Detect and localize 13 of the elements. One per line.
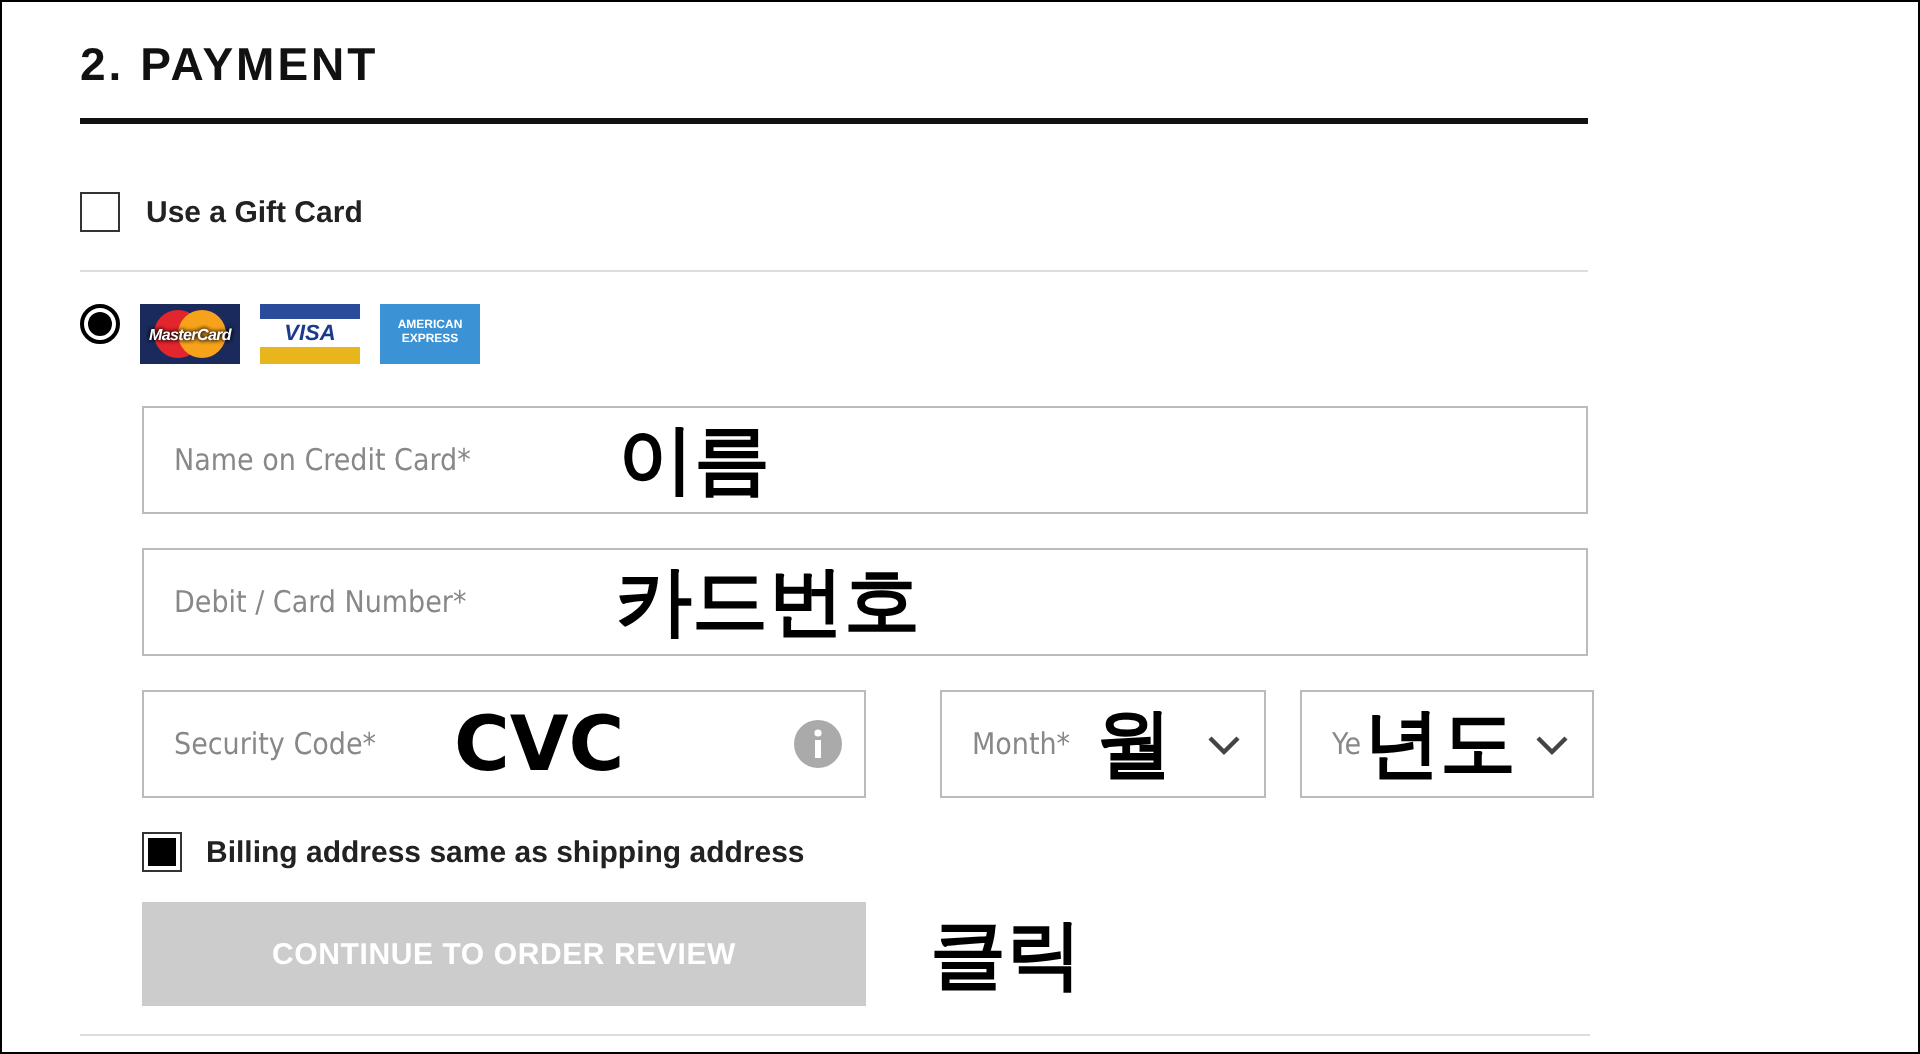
annotation-label: CVC	[454, 700, 625, 788]
checkbox-label: Use a Gift Card	[146, 195, 363, 229]
annotation-label: 카드번호	[616, 555, 920, 649]
annotation-label: 월	[1096, 697, 1172, 791]
section-title: 2. PAYMENT	[80, 38, 1588, 124]
annotation-label: 이름	[618, 413, 770, 507]
checkbox[interactable]	[80, 192, 120, 232]
checkbox-label: Billing address same as shipping address	[206, 835, 805, 869]
checkbox[interactable]	[142, 832, 182, 872]
radio-button[interactable]	[80, 304, 120, 344]
annotation-label: 클릭	[930, 907, 1082, 1001]
annotation-label: 년도	[1364, 697, 1516, 791]
visa-logo: VISA	[260, 304, 360, 364]
